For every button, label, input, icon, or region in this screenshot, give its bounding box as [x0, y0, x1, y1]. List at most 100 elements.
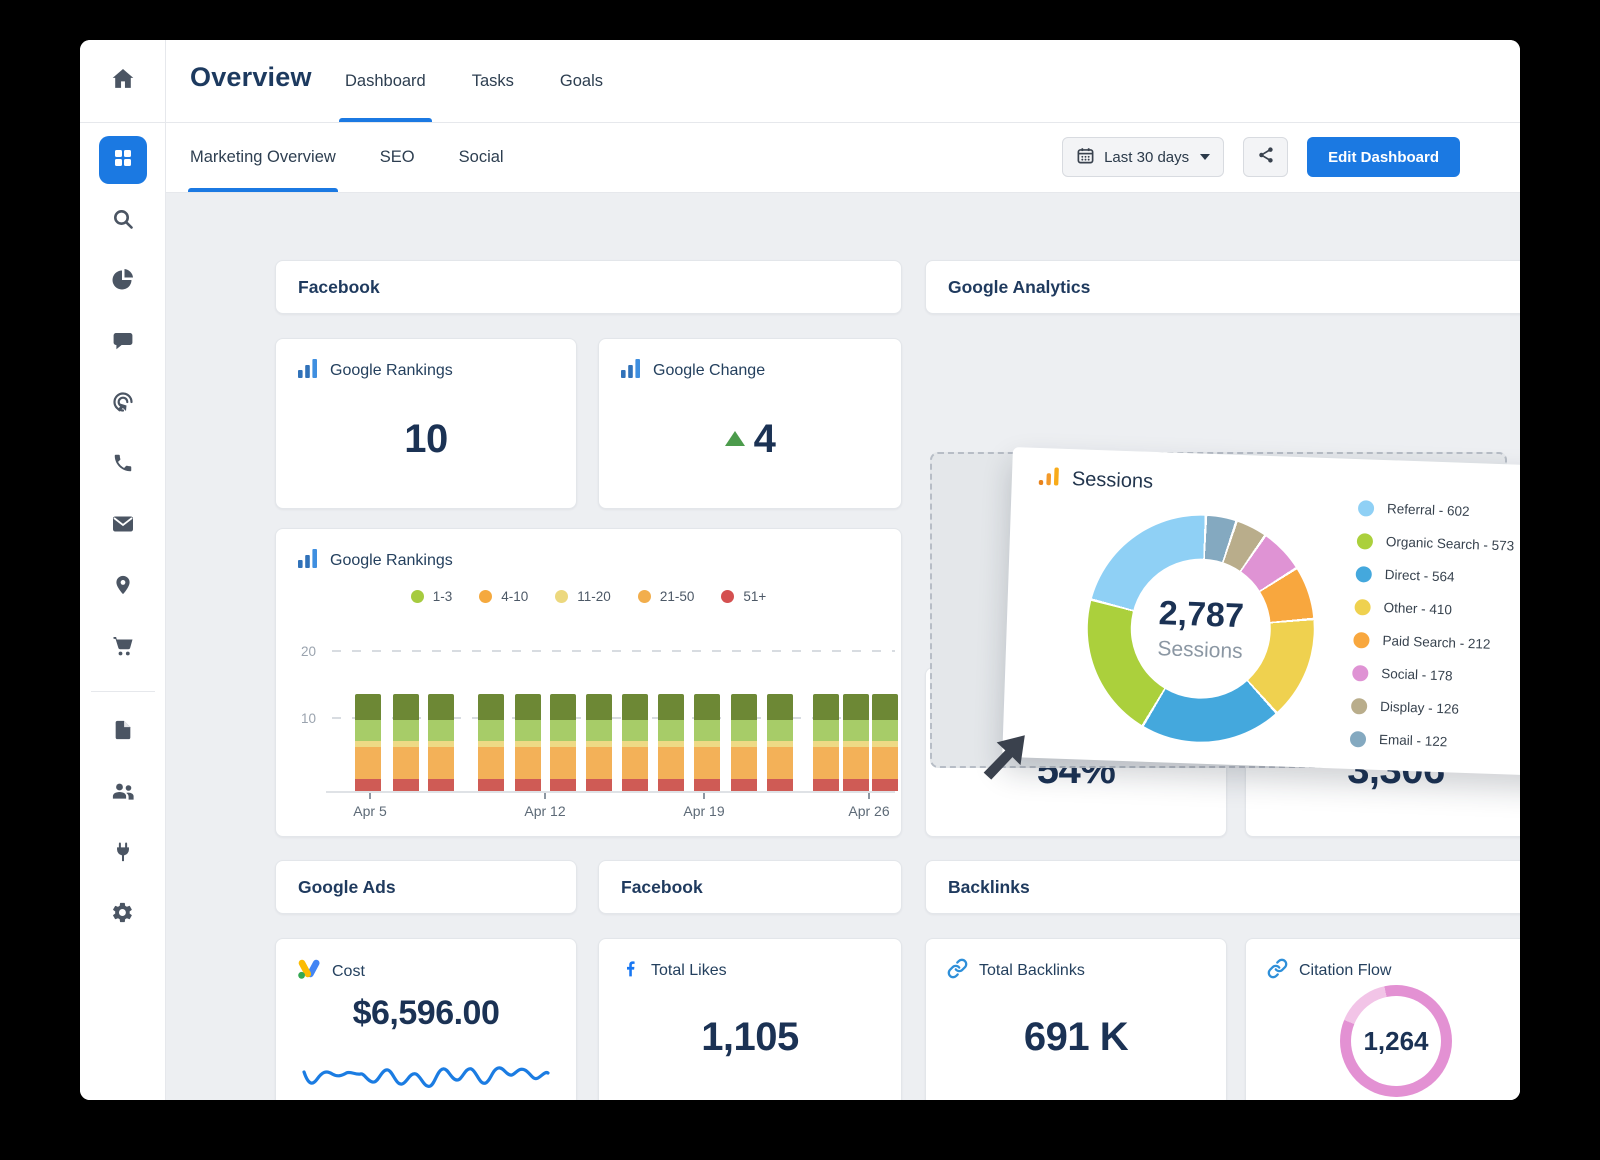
sidebar-item-cart[interactable] [99, 624, 147, 672]
page-title: Overview [190, 62, 312, 92]
location-icon [112, 574, 134, 601]
legend-item: 11-20 [555, 589, 611, 604]
toolbar: Marketing Overview SEO Social Last 30 days… [165, 122, 1520, 192]
dashboard-content: Facebook Google Analytics Google Ranking… [165, 192, 1520, 1100]
sidebar-item-email[interactable] [99, 502, 147, 550]
sessions-legend-item: Social - 178 [1352, 656, 1510, 694]
date-range-selector[interactable]: Last 30 days [1062, 137, 1225, 177]
legend-dot [1352, 664, 1369, 682]
section-title: Facebook [621, 876, 703, 897]
share-icon [1256, 145, 1276, 169]
stacked-bar [658, 693, 684, 791]
stacked-bar [767, 693, 793, 791]
x-axis-label: Apr 12 [524, 803, 566, 819]
legend-dot [1354, 598, 1371, 616]
analytics-pie-icon [111, 268, 135, 297]
widget-title: Google Rankings [330, 551, 453, 569]
dashboard-tab-social[interactable]: Social [459, 122, 504, 192]
stacked-bar [550, 693, 576, 791]
sidebar-item-dashboards[interactable] [98, 136, 147, 184]
main-tabs: Dashboard Tasks Goals [339, 40, 603, 122]
widget-title: Total Backlinks [979, 962, 1085, 979]
section-title: Facebook [298, 276, 380, 297]
tab-dashboard[interactable]: Dashboard [339, 40, 432, 122]
sessions-legend-item: Email - 122 [1349, 722, 1507, 760]
widget-google-change: Google Change 4 [598, 338, 902, 509]
tab-goals[interactable]: Goals [560, 40, 603, 122]
widget-title: Citation Flow [1299, 962, 1392, 979]
legend-dot [410, 590, 424, 603]
widget-google-rankings: Google Rankings 10 [275, 338, 577, 509]
integrations-icon [112, 841, 134, 868]
legend-dot [1350, 697, 1368, 715]
x-axis-tick [369, 793, 371, 799]
widget-title: Sessions [1071, 468, 1154, 493]
sidebar-divider [90, 691, 155, 692]
share-button[interactable] [1243, 137, 1289, 177]
legend-item: 51+ [721, 589, 766, 604]
phone-icon [112, 452, 134, 479]
mouse-cursor-icon [975, 732, 1027, 789]
sidebar-item-phone[interactable] [99, 441, 147, 489]
x-axis-label: Apr 5 [353, 803, 387, 819]
bar-chart-icon [620, 358, 642, 383]
sessions-total: 2,787 [1158, 593, 1245, 635]
sessions-total-label: Sessions [1157, 636, 1244, 663]
dashboard-tabs: Marketing Overview SEO Social [188, 122, 504, 192]
cost-value: $6,596.00 [352, 994, 500, 1032]
app-window: Overview Dashboard Tasks Goals Marketing O… [80, 40, 1520, 1100]
cart-icon [111, 634, 135, 663]
dashboards-icon [111, 146, 135, 175]
chart-legend: 1-3 4-10 11-20 21-50 51+ [276, 589, 901, 604]
legend-item: 21-50 [637, 589, 694, 604]
sidebar-item-integrations[interactable] [99, 830, 147, 878]
bar-chart-icon [297, 358, 319, 383]
sessions-donut-chart: 2,787 Sessions [1083, 511, 1318, 746]
sessions-legend-item: Display - 126 [1350, 689, 1509, 727]
sidebar-item-settings[interactable] [99, 891, 147, 939]
y-axis-tick: 20 [300, 644, 316, 659]
widget-title: Total Likes [651, 961, 727, 979]
stacked-bar [622, 693, 648, 791]
sessions-legend-item: Referral - 602 [1357, 491, 1516, 529]
section-header-google-analytics: Google Analytics [925, 260, 1520, 314]
stacked-bar [515, 693, 541, 791]
widget-sessions-dragging[interactable]: Sessions 2,787 Sessions Referral - 602 Or… [1002, 447, 1520, 777]
widget-total-backlinks: Total Backlinks 691 K [925, 938, 1227, 1100]
cost-sparkline [302, 1066, 550, 1088]
sessions-legend-item: Other - 410 [1354, 590, 1512, 628]
arrow-up-icon [724, 431, 745, 446]
legend-dot [479, 590, 493, 603]
sidebar-item-search[interactable] [99, 197, 147, 245]
sidebar-item-clients[interactable] [99, 769, 147, 817]
widget-citation-flow: Citation Flow 1,264 [1245, 938, 1520, 1100]
stacked-bar [586, 693, 612, 791]
x-axis-label: Apr 26 [848, 803, 890, 819]
section-header-facebook: Facebook [275, 260, 902, 314]
x-axis-tick [703, 793, 705, 799]
sidebar-item-click-target[interactable] [99, 380, 147, 428]
sidebar-item-analytics-pie[interactable] [99, 258, 147, 306]
sidebar-item-home[interactable] [80, 40, 165, 122]
click-target-icon [111, 390, 135, 419]
sidebar-item-reports[interactable] [99, 708, 147, 756]
widget-google-ads-cost: Cost $6,596.00 [275, 938, 577, 1100]
section-title: Backlinks [948, 876, 1030, 897]
edit-dashboard-button[interactable]: Edit Dashboard [1307, 137, 1460, 177]
email-icon [111, 512, 135, 541]
citation-flow-gauge: 1,264 [1340, 985, 1452, 1097]
stacked-bar-chart: Apr 5 Apr 12 Apr 19 Apr 26 [326, 626, 898, 819]
legend-dot [1355, 565, 1373, 583]
link-icon [1267, 958, 1288, 984]
facebook-icon [620, 958, 640, 983]
dashboard-tab-marketing-overview[interactable]: Marketing Overview [188, 122, 338, 192]
widget-total-likes: Total Likes 1,105 [598, 938, 902, 1100]
sidebar-item-chat[interactable] [99, 319, 147, 367]
legend-dot [1356, 532, 1374, 550]
tab-tasks[interactable]: Tasks [472, 40, 514, 122]
sidebar-item-location[interactable] [99, 563, 147, 611]
dashboard-tab-seo[interactable]: SEO [380, 122, 415, 192]
stacked-bar [872, 693, 898, 791]
sessions-legend: Referral - 602 Organic Search - 573 Direct… [1349, 491, 1515, 760]
stacked-bar [355, 693, 381, 791]
